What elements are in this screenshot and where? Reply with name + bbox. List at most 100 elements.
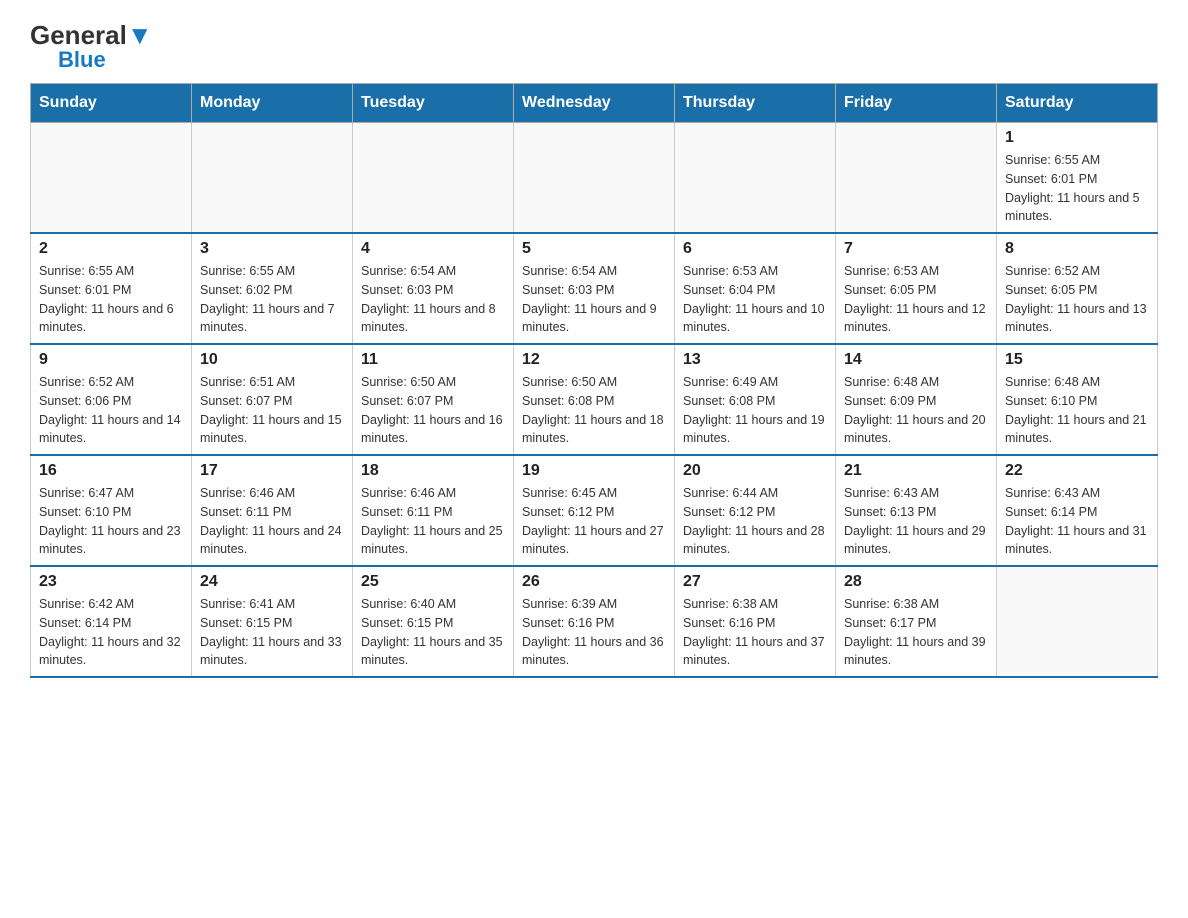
day-info: Sunrise: 6:55 AMSunset: 6:01 PMDaylight:… <box>1005 151 1149 226</box>
calendar-cell: 5 Sunrise: 6:54 AMSunset: 6:03 PMDaylight… <box>514 233 675 344</box>
day-info: Sunrise: 6:38 AMSunset: 6:17 PMDaylight:… <box>844 595 988 670</box>
column-header-saturday: Saturday <box>997 84 1158 123</box>
calendar-cell: 7 Sunrise: 6:53 AMSunset: 6:05 PMDaylight… <box>836 233 997 344</box>
column-header-tuesday: Tuesday <box>353 84 514 123</box>
day-info: Sunrise: 6:43 AMSunset: 6:14 PMDaylight:… <box>1005 484 1149 559</box>
day-info: Sunrise: 6:53 AMSunset: 6:05 PMDaylight:… <box>844 262 988 337</box>
day-number: 13 <box>683 351 827 369</box>
calendar-cell: 2 Sunrise: 6:55 AMSunset: 6:01 PMDaylight… <box>31 233 192 344</box>
day-info: Sunrise: 6:54 AMSunset: 6:03 PMDaylight:… <box>522 262 666 337</box>
column-header-monday: Monday <box>192 84 353 123</box>
day-info: Sunrise: 6:43 AMSunset: 6:13 PMDaylight:… <box>844 484 988 559</box>
day-number: 18 <box>361 462 505 480</box>
day-info: Sunrise: 6:41 AMSunset: 6:15 PMDaylight:… <box>200 595 344 670</box>
calendar-cell: 1 Sunrise: 6:55 AMSunset: 6:01 PMDaylight… <box>997 123 1158 234</box>
day-info: Sunrise: 6:42 AMSunset: 6:14 PMDaylight:… <box>39 595 183 670</box>
calendar-cell: 28Sunrise: 6:38 AMSunset: 6:17 PMDayligh… <box>836 566 997 677</box>
day-info: Sunrise: 6:55 AMSunset: 6:01 PMDaylight:… <box>39 262 183 337</box>
calendar-cell: 11 Sunrise: 6:50 AMSunset: 6:07 PMDayligh… <box>353 344 514 455</box>
calendar-cell: 19 Sunrise: 6:45 AMSunset: 6:12 PMDayligh… <box>514 455 675 566</box>
day-number: 8 <box>1005 240 1149 258</box>
day-info: Sunrise: 6:46 AMSunset: 6:11 PMDaylight:… <box>200 484 344 559</box>
column-header-sunday: Sunday <box>31 84 192 123</box>
calendar-cell: 4 Sunrise: 6:54 AMSunset: 6:03 PMDaylight… <box>353 233 514 344</box>
day-number: 10 <box>200 351 344 369</box>
calendar-cell: 9 Sunrise: 6:52 AMSunset: 6:06 PMDaylight… <box>31 344 192 455</box>
day-info: Sunrise: 6:40 AMSunset: 6:15 PMDaylight:… <box>361 595 505 670</box>
page-header: General▼ Blue <box>30 20 1158 73</box>
calendar-cell: 16 Sunrise: 6:47 AMSunset: 6:10 PMDayligh… <box>31 455 192 566</box>
day-info: Sunrise: 6:46 AMSunset: 6:11 PMDaylight:… <box>361 484 505 559</box>
day-number: 12 <box>522 351 666 369</box>
calendar-cell: 15Sunrise: 6:48 AMSunset: 6:10 PMDayligh… <box>997 344 1158 455</box>
calendar-header-row: SundayMondayTuesdayWednesdayThursdayFrid… <box>31 84 1158 123</box>
calendar-week-row: 1 Sunrise: 6:55 AMSunset: 6:01 PMDaylight… <box>31 123 1158 234</box>
logo-triangle-icon: ▼ <box>127 20 153 50</box>
calendar-cell: 10 Sunrise: 6:51 AMSunset: 6:07 PMDayligh… <box>192 344 353 455</box>
day-info: Sunrise: 6:48 AMSunset: 6:09 PMDaylight:… <box>844 373 988 448</box>
column-header-friday: Friday <box>836 84 997 123</box>
calendar-cell: 3 Sunrise: 6:55 AMSunset: 6:02 PMDaylight… <box>192 233 353 344</box>
logo: General▼ Blue <box>30 20 153 73</box>
calendar-cell: 18 Sunrise: 6:46 AMSunset: 6:11 PMDayligh… <box>353 455 514 566</box>
day-info: Sunrise: 6:44 AMSunset: 6:12 PMDaylight:… <box>683 484 827 559</box>
day-number: 9 <box>39 351 183 369</box>
day-number: 26 <box>522 573 666 591</box>
day-number: 19 <box>522 462 666 480</box>
calendar-cell: 12 Sunrise: 6:50 AMSunset: 6:08 PMDayligh… <box>514 344 675 455</box>
calendar-cell <box>514 123 675 234</box>
day-info: Sunrise: 6:49 AMSunset: 6:08 PMDaylight:… <box>683 373 827 448</box>
day-number: 2 <box>39 240 183 258</box>
day-info: Sunrise: 6:39 AMSunset: 6:16 PMDaylight:… <box>522 595 666 670</box>
day-number: 16 <box>39 462 183 480</box>
calendar-week-row: 9 Sunrise: 6:52 AMSunset: 6:06 PMDaylight… <box>31 344 1158 455</box>
day-number: 4 <box>361 240 505 258</box>
day-number: 15 <box>1005 351 1149 369</box>
column-header-thursday: Thursday <box>675 84 836 123</box>
day-info: Sunrise: 6:50 AMSunset: 6:07 PMDaylight:… <box>361 373 505 448</box>
calendar-cell: 25 Sunrise: 6:40 AMSunset: 6:15 PMDayligh… <box>353 566 514 677</box>
day-info: Sunrise: 6:55 AMSunset: 6:02 PMDaylight:… <box>200 262 344 337</box>
day-number: 25 <box>361 573 505 591</box>
calendar-cell <box>353 123 514 234</box>
day-info: Sunrise: 6:52 AMSunset: 6:06 PMDaylight:… <box>39 373 183 448</box>
day-info: Sunrise: 6:45 AMSunset: 6:12 PMDaylight:… <box>522 484 666 559</box>
calendar-cell <box>31 123 192 234</box>
calendar-cell: 14Sunrise: 6:48 AMSunset: 6:09 PMDayligh… <box>836 344 997 455</box>
day-info: Sunrise: 6:54 AMSunset: 6:03 PMDaylight:… <box>361 262 505 337</box>
day-number: 6 <box>683 240 827 258</box>
calendar-cell: 8 Sunrise: 6:52 AMSunset: 6:05 PMDaylight… <box>997 233 1158 344</box>
calendar-cell: 26 Sunrise: 6:39 AMSunset: 6:16 PMDayligh… <box>514 566 675 677</box>
day-number: 24 <box>200 573 344 591</box>
calendar-cell: 6 Sunrise: 6:53 AMSunset: 6:04 PMDaylight… <box>675 233 836 344</box>
calendar-week-row: 2 Sunrise: 6:55 AMSunset: 6:01 PMDaylight… <box>31 233 1158 344</box>
calendar-cell <box>997 566 1158 677</box>
column-header-wednesday: Wednesday <box>514 84 675 123</box>
day-info: Sunrise: 6:51 AMSunset: 6:07 PMDaylight:… <box>200 373 344 448</box>
day-number: 27 <box>683 573 827 591</box>
calendar-cell: 27 Sunrise: 6:38 AMSunset: 6:16 PMDayligh… <box>675 566 836 677</box>
day-number: 1 <box>1005 129 1149 147</box>
calendar-cell: 24 Sunrise: 6:41 AMSunset: 6:15 PMDayligh… <box>192 566 353 677</box>
day-number: 7 <box>844 240 988 258</box>
calendar-cell: 23 Sunrise: 6:42 AMSunset: 6:14 PMDayligh… <box>31 566 192 677</box>
day-number: 23 <box>39 573 183 591</box>
day-number: 3 <box>200 240 344 258</box>
calendar-cell <box>675 123 836 234</box>
calendar-cell: 20Sunrise: 6:44 AMSunset: 6:12 PMDayligh… <box>675 455 836 566</box>
calendar-week-row: 23 Sunrise: 6:42 AMSunset: 6:14 PMDayligh… <box>31 566 1158 677</box>
calendar-cell <box>836 123 997 234</box>
day-info: Sunrise: 6:53 AMSunset: 6:04 PMDaylight:… <box>683 262 827 337</box>
day-info: Sunrise: 6:38 AMSunset: 6:16 PMDaylight:… <box>683 595 827 670</box>
day-number: 21 <box>844 462 988 480</box>
logo-blue-text: Blue <box>58 47 106 73</box>
calendar-cell: 13 Sunrise: 6:49 AMSunset: 6:08 PMDayligh… <box>675 344 836 455</box>
day-number: 22 <box>1005 462 1149 480</box>
calendar-cell: 22 Sunrise: 6:43 AMSunset: 6:14 PMDayligh… <box>997 455 1158 566</box>
day-number: 5 <box>522 240 666 258</box>
day-info: Sunrise: 6:52 AMSunset: 6:05 PMDaylight:… <box>1005 262 1149 337</box>
day-info: Sunrise: 6:47 AMSunset: 6:10 PMDaylight:… <box>39 484 183 559</box>
day-number: 11 <box>361 351 505 369</box>
day-info: Sunrise: 6:50 AMSunset: 6:08 PMDaylight:… <box>522 373 666 448</box>
calendar-cell: 21 Sunrise: 6:43 AMSunset: 6:13 PMDayligh… <box>836 455 997 566</box>
